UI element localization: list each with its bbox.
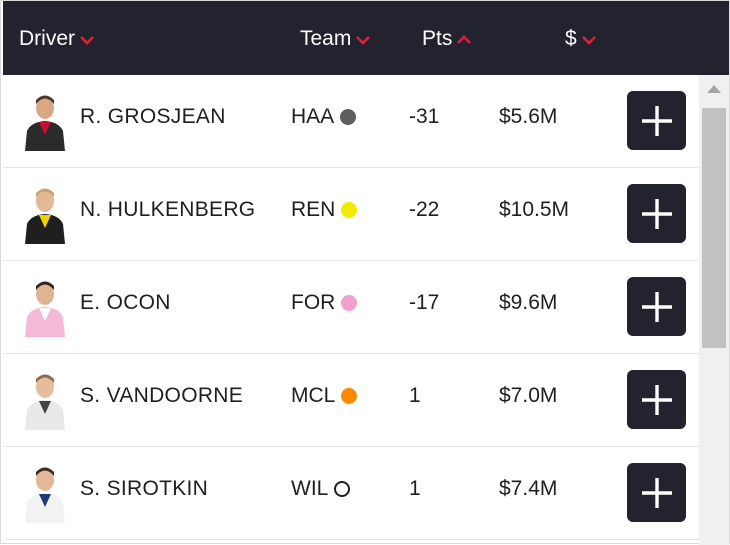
driver-picker-panel: Driver Team Pts $ R. GROSJEAN HAA -31 $5…: [0, 0, 730, 545]
plus-icon: [641, 291, 672, 322]
team-cell: WIL: [291, 477, 351, 501]
team-color-dot: [341, 202, 358, 218]
add-driver-button[interactable]: [627, 277, 686, 336]
sort-by-team-header[interactable]: Team: [300, 25, 371, 53]
team-code: MCL: [291, 384, 336, 407]
driver-name: R. GROSJEAN: [80, 105, 226, 128]
plus-icon: [641, 105, 672, 136]
team-cell: HAA: [291, 105, 357, 129]
add-driver-button[interactable]: [627, 91, 686, 150]
add-driver-button[interactable]: [627, 370, 686, 429]
driver-price: $5.6M: [499, 105, 558, 128]
driver-row-sirotkin: S. SIROTKIN WIL 1 $7.4M: [3, 447, 699, 540]
team-color-dot: [334, 481, 351, 497]
sort-by-points-header[interactable]: Pts: [422, 25, 472, 53]
price-column-label: $: [565, 27, 577, 50]
plus-icon: [641, 384, 672, 415]
driver-portrait-icon: [25, 95, 65, 151]
scroll-up-arrow-icon[interactable]: [707, 85, 721, 93]
team-cell: FOR: [291, 291, 358, 315]
team-color-dot: [340, 109, 357, 125]
sort-by-driver-header[interactable]: Driver: [19, 25, 95, 53]
team-cell: REN: [291, 198, 358, 222]
driver-price: $9.6M: [499, 291, 558, 314]
team-color-dot: [341, 388, 358, 404]
plus-icon: [641, 198, 672, 229]
table-header: Driver Team Pts $: [3, 1, 729, 75]
driver-column-label: Driver: [19, 27, 75, 50]
sort-desc-icon: [581, 36, 596, 45]
team-code: HAA: [291, 105, 335, 128]
driver-points: 1: [409, 477, 421, 500]
driver-avatar: [23, 277, 67, 337]
team-code: WIL: [291, 477, 329, 500]
driver-name: S. VANDOORNE: [80, 384, 244, 407]
scroll-thumb[interactable]: [702, 108, 726, 348]
driver-name: S. SIROTKIN: [80, 477, 209, 500]
team-code: REN: [291, 198, 336, 221]
driver-points: -17: [409, 291, 440, 314]
driver-row-vandoorne: S. VANDOORNE MCL 1 $7.0M: [3, 354, 699, 447]
add-driver-button[interactable]: [627, 184, 686, 243]
driver-points: 1: [409, 384, 421, 407]
sort-asc-icon: [457, 35, 472, 44]
driver-avatar: [23, 91, 67, 151]
driver-portrait-icon: [25, 281, 65, 337]
driver-avatar: [23, 184, 67, 244]
driver-price: $10.5M: [499, 198, 570, 221]
sort-desc-icon: [80, 36, 94, 45]
driver-portrait-icon: [25, 374, 65, 430]
driver-name: N. HULKENBERG: [80, 198, 256, 221]
points-column-label: Pts: [422, 27, 453, 50]
driver-portrait-icon: [25, 467, 65, 523]
sort-by-price-header[interactable]: $: [565, 25, 597, 53]
team-column-label: Team: [300, 27, 352, 50]
add-driver-button[interactable]: [627, 463, 686, 522]
driver-avatar: [23, 370, 67, 430]
driver-avatar: [23, 463, 67, 523]
sort-desc-icon: [356, 36, 371, 45]
driver-portrait-icon: [25, 188, 65, 244]
driver-price: $7.0M: [499, 384, 558, 407]
driver-list: R. GROSJEAN HAA -31 $5.6M N. HULKENBERG: [3, 75, 699, 545]
plus-icon: [641, 477, 672, 508]
team-cell: MCL: [291, 384, 358, 408]
driver-row-ocon: E. OCON FOR -17 $9.6M: [3, 261, 699, 354]
team-color-dot: [341, 295, 358, 311]
driver-points: -22: [409, 198, 440, 221]
driver-name: E. OCON: [80, 291, 171, 314]
driver-price: $7.4M: [499, 477, 558, 500]
driver-row-hulkenberg: N. HULKENBERG REN -22 $10.5M: [3, 168, 699, 261]
driver-row-grosjean: R. GROSJEAN HAA -31 $5.6M: [3, 75, 699, 168]
vertical-scrollbar[interactable]: [699, 75, 729, 545]
team-code: FOR: [291, 291, 336, 314]
driver-points: -31: [409, 105, 440, 128]
